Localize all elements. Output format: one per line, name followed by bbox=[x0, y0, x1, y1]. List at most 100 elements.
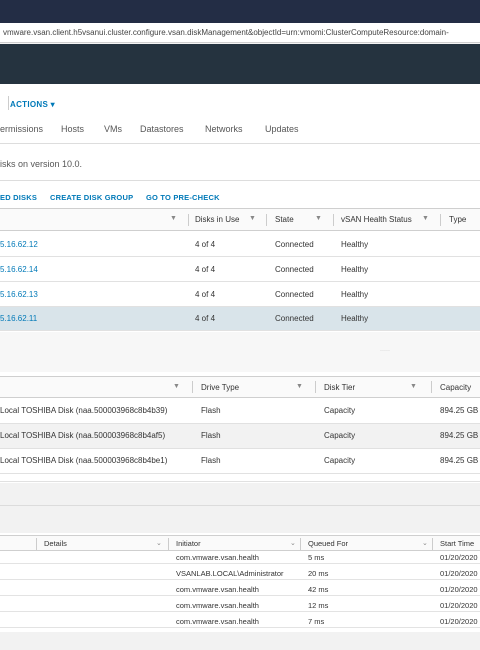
task-start-time: 01/20/2020 bbox=[440, 585, 478, 594]
caret-down-icon[interactable]: ⌄ bbox=[422, 539, 428, 547]
drive-type: Flash bbox=[201, 406, 221, 415]
go-to-pre-check-button[interactable]: GO TO PRE-CHECK bbox=[146, 193, 220, 202]
host-state: Connected bbox=[275, 240, 314, 249]
hosts-grid-header: ▼ Disks in Use ▼ State ▼ vSAN Health Sta… bbox=[0, 208, 480, 231]
table-row[interactable]: Local TOSHIBA Disk (naa.500003968c8b4b39… bbox=[0, 399, 480, 424]
task-initiator: VSANLAB.LOCAL\Administrator bbox=[176, 569, 284, 578]
task-start-time: 01/20/2020 bbox=[440, 601, 478, 610]
tab-hosts[interactable]: Hosts bbox=[61, 124, 84, 134]
host-state: Connected bbox=[275, 265, 314, 274]
tab-networks[interactable]: Networks bbox=[205, 124, 243, 134]
disk-capacity: 894.25 GB bbox=[440, 431, 479, 440]
app-header bbox=[0, 44, 480, 84]
disk-tier: Capacity bbox=[324, 431, 356, 440]
table-row[interactable]: 5.16.62.14 4 of 4 Connected Healthy bbox=[0, 257, 480, 282]
section-divider bbox=[0, 180, 480, 181]
disk-name: Local TOSHIBA Disk (naa.500003968c8b4b39… bbox=[0, 406, 168, 415]
table-row-selected[interactable]: 5.16.62.11 4 of 4 Connected Healthy bbox=[0, 307, 480, 331]
health-status: Healthy bbox=[341, 314, 369, 323]
filter-icon[interactable]: ▼ bbox=[170, 215, 177, 222]
create-disk-group-button[interactable]: CREATE DISK GROUP bbox=[50, 193, 133, 202]
task-queued-for: 12 ms bbox=[308, 601, 329, 610]
col-queued-for[interactable]: Queued For bbox=[308, 539, 348, 548]
filter-icon[interactable]: ▼ bbox=[315, 215, 322, 222]
caret-down-icon[interactable]: ⌄ bbox=[156, 539, 162, 547]
disks-in-use: 4 of 4 bbox=[195, 240, 216, 249]
actions-menu-button[interactable]: ACTIONS ▾ bbox=[10, 100, 55, 109]
task-queued-for: 20 ms bbox=[308, 569, 329, 578]
tab-datastores[interactable]: Datastores bbox=[140, 124, 184, 134]
col-drive-type[interactable]: Drive Type bbox=[201, 383, 239, 392]
table-row[interactable]: com.vmware.vsan.health 42 ms 01/20/2020 bbox=[0, 584, 480, 596]
drive-type: Flash bbox=[201, 456, 221, 465]
caret-down-icon[interactable]: ⌄ bbox=[290, 539, 296, 547]
table-row[interactable]: com.vmware.vsan.health 12 ms 01/20/2020 bbox=[0, 600, 480, 612]
disk-capacity: 894.25 GB bbox=[440, 456, 479, 465]
host-state: Connected bbox=[275, 314, 314, 323]
disks-in-use: 4 of 4 bbox=[195, 265, 216, 274]
recent-tasks-toolbar bbox=[0, 483, 480, 533]
tab-vms[interactable]: VMs bbox=[104, 124, 122, 134]
filter-icon[interactable]: ▼ bbox=[422, 215, 429, 222]
tasks-footer bbox=[0, 632, 480, 650]
task-queued-for: 42 ms bbox=[308, 585, 329, 594]
object-tabs: ermissions Hosts VMs Datastores Networks… bbox=[0, 124, 480, 138]
col-initiator[interactable]: Initiator bbox=[176, 539, 201, 548]
disks-in-use: 4 of 4 bbox=[195, 290, 216, 299]
filter-icon[interactable]: ▼ bbox=[410, 383, 417, 390]
col-vsan-health-status[interactable]: vSAN Health Status bbox=[341, 215, 412, 224]
col-details[interactable]: Details bbox=[44, 539, 67, 548]
address-bar-url[interactable]: vmware.vsan.client.h5vsanui.cluster.conf… bbox=[3, 28, 449, 37]
task-start-time: 01/20/2020 bbox=[440, 617, 478, 626]
task-queued-for: 7 ms bbox=[308, 617, 325, 626]
browser-titlebar bbox=[0, 0, 480, 23]
drag-handle-icon[interactable]: ····· bbox=[380, 348, 390, 354]
table-row[interactable]: 5.16.62.12 4 of 4 Connected Healthy bbox=[0, 232, 480, 257]
host-link[interactable]: 5.16.62.12 bbox=[0, 240, 38, 249]
partial-row bbox=[0, 474, 480, 482]
disk-name: Local TOSHIBA Disk (naa.500003968c8b4af5… bbox=[0, 431, 166, 440]
host-link[interactable]: 5.16.62.11 bbox=[0, 314, 37, 323]
task-initiator: com.vmware.vsan.health bbox=[176, 585, 259, 594]
table-row[interactable]: Local TOSHIBA Disk (naa.500003968c8b4be1… bbox=[0, 449, 480, 474]
filter-icon[interactable]: ▼ bbox=[173, 383, 180, 390]
health-status: Healthy bbox=[341, 265, 369, 274]
disk-format-version-text: isks on version 10.0. bbox=[0, 159, 83, 169]
col-start-time[interactable]: Start Time bbox=[440, 539, 474, 548]
table-row[interactable]: com.vmware.vsan.health 5 ms 01/20/2020 bbox=[0, 552, 480, 564]
filter-icon[interactable]: ▼ bbox=[296, 383, 303, 390]
table-row[interactable]: 5.16.62.13 4 of 4 Connected Healthy bbox=[0, 282, 480, 307]
col-disks-in-use[interactable]: Disks in Use bbox=[195, 215, 239, 224]
tab-updates[interactable]: Updates bbox=[265, 124, 299, 134]
filter-icon[interactable]: ▼ bbox=[249, 215, 256, 222]
col-state[interactable]: State bbox=[275, 215, 294, 224]
table-row[interactable]: VSANLAB.LOCAL\Administrator 20 ms 01/20/… bbox=[0, 568, 480, 580]
host-link[interactable]: 5.16.62.14 bbox=[0, 265, 38, 274]
pane-splitter[interactable]: ····· bbox=[0, 332, 480, 372]
disk-name: Local TOSHIBA Disk (naa.500003968c8b4be1… bbox=[0, 456, 168, 465]
col-type[interactable]: Type bbox=[449, 215, 466, 224]
health-status: Healthy bbox=[341, 240, 369, 249]
toolbar-divider bbox=[8, 96, 9, 110]
task-start-time: 01/20/2020 bbox=[440, 553, 478, 562]
health-status: Healthy bbox=[341, 290, 369, 299]
task-start-time: 01/20/2020 bbox=[440, 569, 478, 578]
task-initiator: com.vmware.vsan.health bbox=[176, 601, 259, 610]
claim-unused-disks-button[interactable]: ED DISKS bbox=[0, 193, 37, 202]
col-capacity[interactable]: Capacity bbox=[440, 383, 471, 392]
tasks-grid-header: Details ⌄ Initiator ⌄ Queued For ⌄ Start… bbox=[0, 535, 480, 551]
disks-in-use: 4 of 4 bbox=[195, 314, 216, 323]
table-row[interactable]: Local TOSHIBA Disk (naa.500003968c8b4af5… bbox=[0, 424, 480, 449]
host-link[interactable]: 5.16.62.13 bbox=[0, 290, 38, 299]
tabs-divider bbox=[0, 143, 480, 144]
disk-tier: Capacity bbox=[324, 456, 356, 465]
drive-type: Flash bbox=[201, 431, 221, 440]
col-disk-tier[interactable]: Disk Tier bbox=[324, 383, 355, 392]
task-initiator: com.vmware.vsan.health bbox=[176, 617, 259, 626]
address-bar[interactable]: vmware.vsan.client.h5vsanui.cluster.conf… bbox=[0, 23, 480, 43]
tab-permissions[interactable]: ermissions bbox=[0, 124, 43, 134]
task-initiator: com.vmware.vsan.health bbox=[176, 553, 259, 562]
disks-grid-header: ▼ Drive Type ▼ Disk Tier ▼ Capacity bbox=[0, 376, 480, 398]
task-queued-for: 5 ms bbox=[308, 553, 325, 562]
table-row[interactable]: com.vmware.vsan.health 7 ms 01/20/2020 bbox=[0, 616, 480, 628]
